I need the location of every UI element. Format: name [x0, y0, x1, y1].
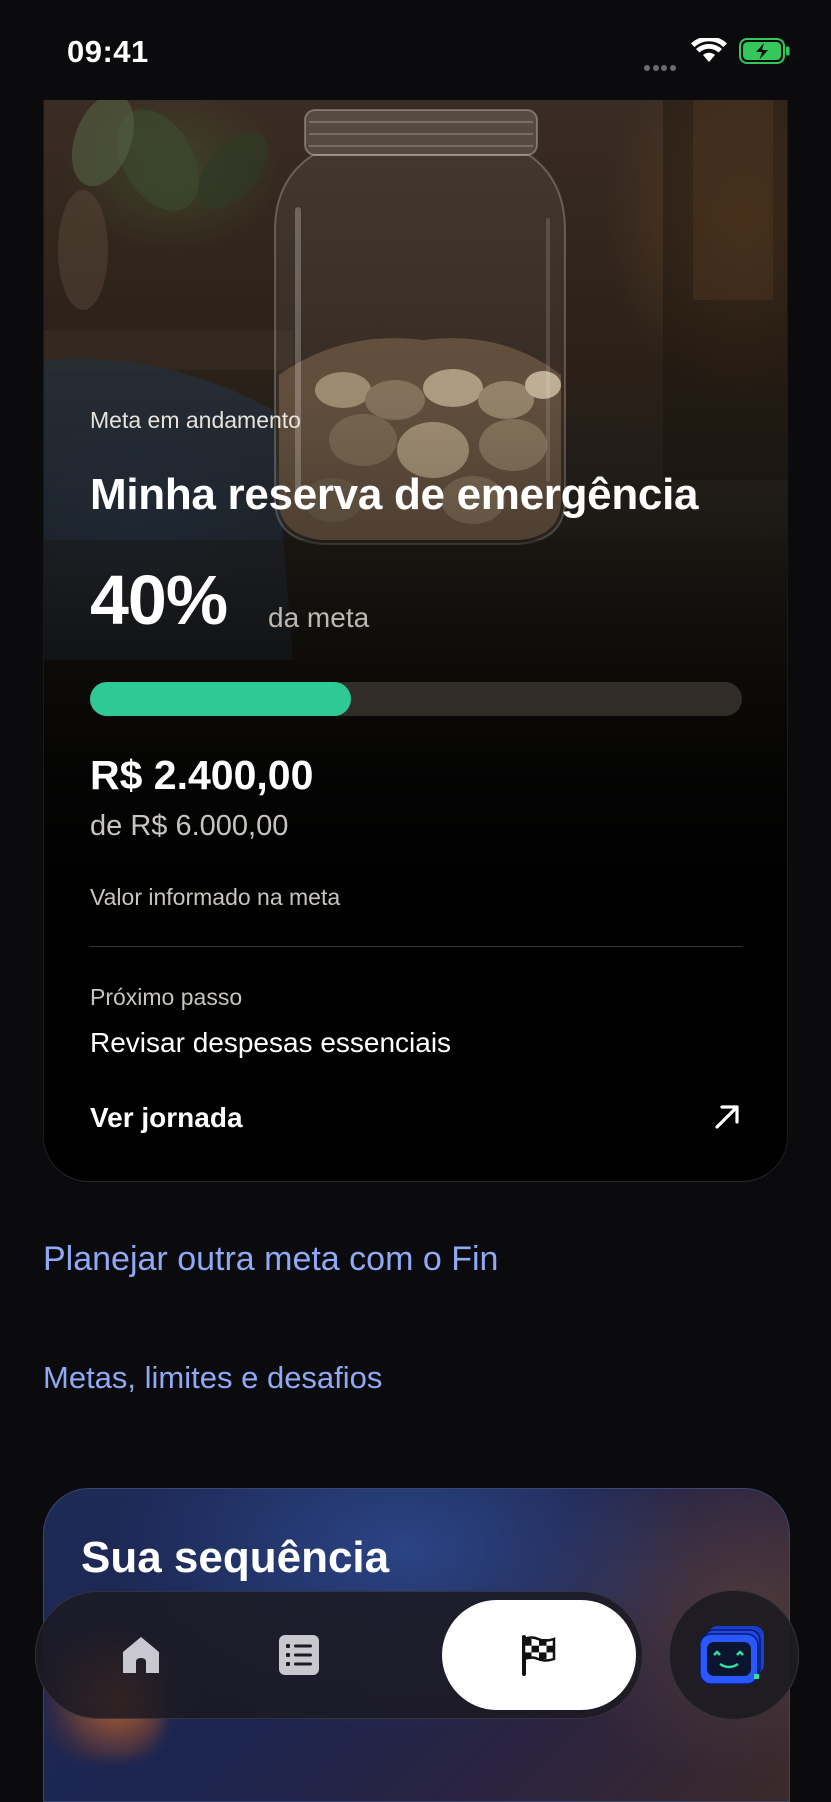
flag-icon — [522, 1635, 556, 1676]
target-amount: de R$ 6.000,00 — [90, 810, 289, 842]
goals-limits-challenges-link[interactable]: Metas, limites e desafios — [43, 1360, 382, 1396]
streak-title: Sua sequência — [81, 1533, 390, 1582]
cellular-signal-icon — [644, 58, 682, 71]
arrow-up-right-icon — [715, 1105, 739, 1129]
status-time: 09:41 — [67, 34, 149, 69]
value-note: Valor informado na meta — [90, 884, 341, 910]
view-journey-link[interactable]: Ver jornada — [90, 1100, 742, 1140]
goal-progress-bar — [90, 682, 742, 716]
battery-icon — [739, 38, 790, 64]
list-icon — [279, 1635, 319, 1675]
view-journey-label: Ver jornada — [90, 1102, 243, 1133]
goal-title: Minha reserva de emergência — [90, 470, 699, 519]
goal-status: Meta em andamento — [90, 407, 301, 433]
fin-assistant-button[interactable] — [669, 1590, 799, 1720]
nav-home[interactable] — [66, 1605, 216, 1705]
nav-list[interactable] — [224, 1605, 374, 1705]
fin-robot-icon — [699, 1626, 764, 1685]
bottom-navigation — [35, 1591, 643, 1719]
goal-card[interactable]: Meta em andamento Minha reserva de emerg… — [43, 100, 788, 1182]
wifi-icon — [691, 38, 727, 62]
goal-progress-fill — [90, 682, 351, 716]
nav-goals[interactable] — [442, 1600, 636, 1710]
next-step-value: Revisar despesas essenciais — [90, 1027, 452, 1058]
goal-percent: 40% — [90, 561, 228, 639]
status-bar: 09:41 — [0, 0, 831, 100]
saved-amount: R$ 2.400,00 — [90, 752, 314, 798]
plan-other-goal-link[interactable]: Planejar outra meta com o Fin — [43, 1240, 498, 1279]
divider — [90, 946, 742, 947]
home-icon — [123, 1637, 159, 1673]
next-step-label: Próximo passo — [90, 984, 243, 1010]
goal-percent-label: da meta — [268, 602, 370, 633]
